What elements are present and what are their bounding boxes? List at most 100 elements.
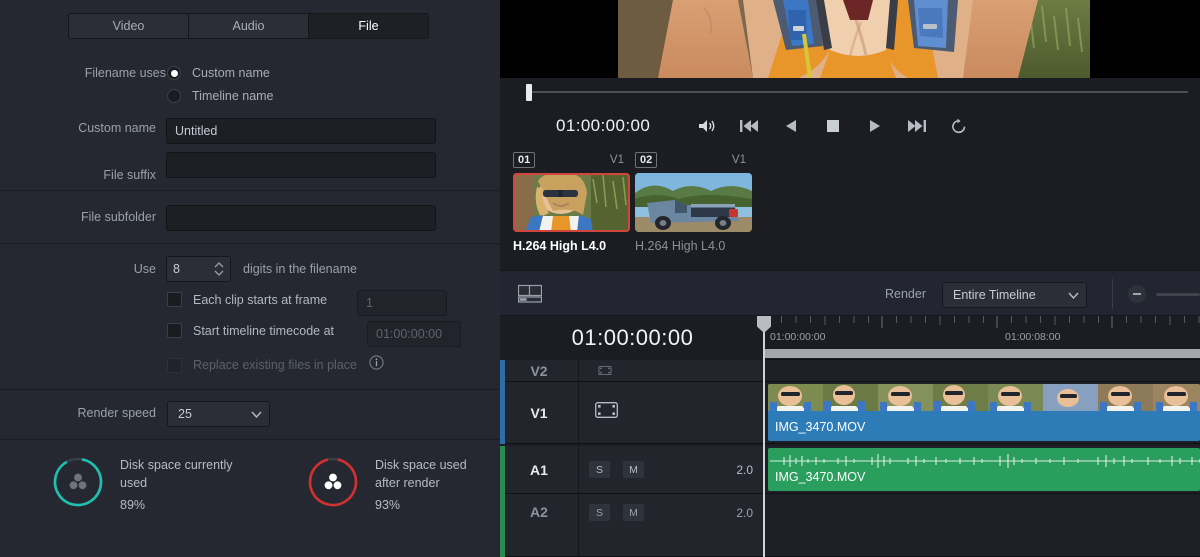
track-a2-body[interactable] [765, 494, 1200, 557]
viewer-scrubber[interactable] [500, 78, 1200, 106]
render-job-01-track: V1 [609, 154, 624, 166]
chevron-down-icon[interactable] [214, 270, 224, 276]
tab-file[interactable]: File [309, 14, 428, 38]
settings-tabbar: Video Audio File [68, 13, 429, 39]
render-job-02-thumbnail[interactable] [635, 173, 752, 232]
track-a1-mute-button[interactable]: M [623, 461, 644, 478]
track-a2: A2 S M 2.0 [500, 494, 1200, 557]
custom-name-label-row: Custom name [0, 121, 156, 135]
checkbox-each-clip-starts-label: Each clip starts at frame [193, 292, 328, 307]
stop-icon[interactable] [822, 116, 844, 136]
play-reverse-icon[interactable] [780, 116, 802, 136]
checkbox-replace-existing-control [167, 357, 182, 373]
checkbox-start-timecode[interactable]: Start timeline timecode at [167, 323, 334, 338]
video-track-icon[interactable] [595, 402, 618, 423]
timeline-scroll-bar[interactable] [765, 349, 1200, 358]
scrubber-track[interactable] [530, 91, 1188, 93]
timeline-zoom-slider[interactable] [1156, 293, 1200, 296]
radio-timeline-name-label: Timeline name [192, 89, 274, 103]
track-a1-channels: 2.0 [736, 462, 753, 477]
deliver-viewer [500, 0, 1200, 78]
viewer-timecode: 01:00:00:00 [556, 116, 651, 135]
file-subfolder-label: File subfolder [80, 210, 156, 224]
minus-icon[interactable] [1128, 285, 1146, 303]
render-job-02-track: V1 [731, 154, 746, 166]
checkbox-start-timecode-label: Start timeline timecode at [193, 323, 335, 338]
render-speed-select[interactable]: 25 [167, 401, 270, 427]
resolve-deliver-window: Video Audio File Filename uses Custom na… [0, 0, 1200, 557]
track-a2-channels: 2.0 [736, 506, 753, 520]
track-a2-mute-button[interactable]: M [623, 504, 644, 521]
track-a1-solo-button[interactable]: S [589, 461, 610, 478]
radio-timeline-name-control[interactable] [167, 89, 181, 103]
track-v2-body[interactable] [765, 360, 1200, 382]
viewer-transport-bar: 01:00:00:00 [500, 106, 1200, 146]
chevron-down-icon [1068, 292, 1079, 299]
right-pane: 01:00:00:00 01 V1 H.264 High L4.0 02 V1 … [500, 0, 1200, 557]
disk-space-after-render-title-1: Disk space used [375, 458, 467, 472]
start-timecode-input[interactable]: 01:00:00:00 [367, 321, 461, 347]
file-subfolder-input[interactable] [166, 205, 436, 231]
skip-to-end-icon[interactable] [906, 116, 928, 136]
render-job-01-thumbnail[interactable] [513, 173, 630, 232]
skip-to-start-icon[interactable] [738, 116, 760, 136]
chevron-up-icon[interactable] [214, 262, 224, 268]
video-track-icon[interactable] [595, 362, 615, 380]
track-a2-header[interactable]: A2 S M 2.0 [505, 494, 765, 557]
digits-suffix-row: digits in the filename [243, 262, 357, 276]
digits-stepper[interactable]: 8 [166, 256, 231, 282]
disk-space-after-render-title-2: after render [375, 476, 440, 490]
divider-2 [0, 243, 500, 244]
volume-icon[interactable] [696, 116, 718, 136]
render-queue-jobs: 01 V1 H.264 High L4.0 02 V1 H.264 High L… [500, 146, 1200, 270]
divider-4 [0, 439, 500, 440]
checkbox-each-clip-starts[interactable]: Each clip starts at frame [167, 292, 327, 307]
render-job-02-header: 02 V1 [635, 152, 750, 168]
checkbox-replace-existing-label: Replace existing files in place [193, 358, 357, 372]
loop-icon[interactable] [948, 116, 970, 136]
disk-space-after-render: Disk space used after render 93% [307, 456, 467, 512]
file-suffix-input[interactable] [166, 152, 436, 178]
render-job-02[interactable]: 02 V1 H.264 High L4.0 [635, 152, 752, 253]
tab-audio[interactable]: Audio [189, 14, 309, 38]
checkbox-start-timecode-control[interactable] [167, 323, 182, 338]
clip-video-filmstrip [768, 384, 1200, 411]
disk-space-after-render-text: Disk space used after render 93% [375, 456, 467, 512]
render-job-01-header: 01 V1 [513, 152, 628, 168]
timeline-clip-audio[interactable]: IMG_3470.MOV [768, 448, 1200, 491]
track-a1-header[interactable]: A1 S M 2.0 [505, 446, 765, 494]
track-v1: V1 IMG_3470.MOV [500, 382, 1200, 444]
chevron-down-icon [251, 411, 262, 418]
track-v1-header[interactable]: V1 [505, 382, 765, 444]
info-icon[interactable] [369, 355, 384, 375]
deliver-settings-panel: Video Audio File Filename uses Custom na… [0, 0, 500, 557]
use-label: Use [133, 262, 156, 276]
timeline-playhead[interactable] [757, 316, 771, 557]
timeline-clip-video[interactable]: IMG_3470.MOV [768, 384, 1200, 441]
checkbox-each-clip-starts-control[interactable] [167, 292, 182, 307]
digits-spin-controls[interactable] [214, 262, 224, 276]
radio-custom-name-control[interactable] [167, 66, 181, 80]
each-clip-frame-input[interactable]: 1 [357, 290, 447, 316]
radio-timeline-name[interactable]: Timeline name [167, 89, 274, 103]
track-a2-solo-button[interactable]: S [589, 504, 610, 521]
tab-video[interactable]: Video [69, 14, 189, 38]
render-speed-label-row: Render speed [0, 406, 156, 420]
digits-suffix-label: digits in the filename [243, 262, 357, 276]
scrubber-playhead[interactable] [526, 84, 532, 101]
render-range-select[interactable]: Entire Timeline [942, 282, 1087, 308]
render-job-01-number: 01 [513, 152, 536, 168]
play-icon[interactable] [864, 116, 886, 136]
checkbox-replace-existing: Replace existing files in place [167, 355, 384, 375]
radio-custom-name[interactable]: Custom name [167, 66, 270, 80]
custom-name-input[interactable]: Untitled [166, 118, 436, 144]
render-job-01[interactable]: 01 V1 H.264 High L4.0 [513, 152, 630, 253]
disk-space-current: Disk space currently used 89% [52, 456, 233, 512]
track-v2-header[interactable]: V2 [505, 360, 765, 382]
radio-custom-name-label: Custom name [192, 66, 270, 80]
timeline-ruler[interactable]: 01:00:00:00 01:00:08:00 [765, 316, 1200, 360]
render-speed-label: Render speed [77, 406, 156, 420]
timeline-layout-icon[interactable] [517, 284, 543, 304]
track-v1-body[interactable]: IMG_3470.MOV [765, 382, 1200, 444]
track-a1-body[interactable]: IMG_3470.MOV [765, 446, 1200, 494]
